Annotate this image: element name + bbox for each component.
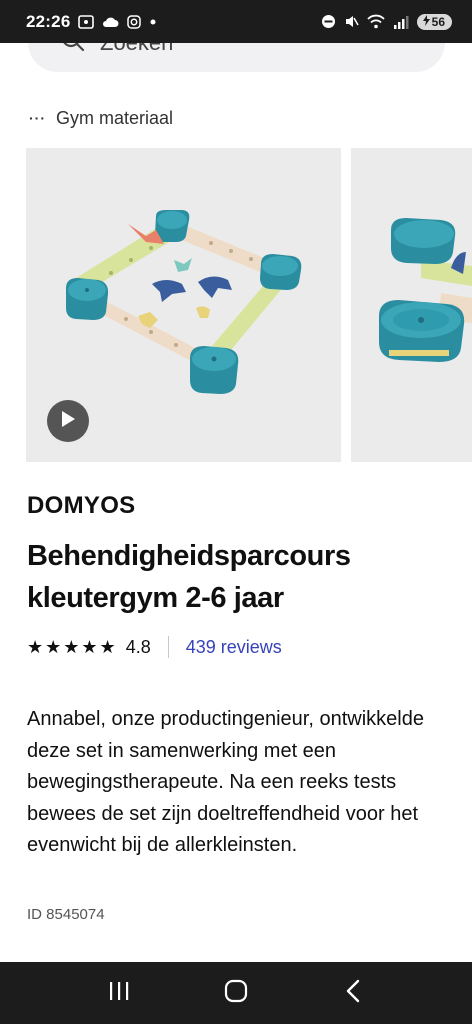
do-not-disturb-icon	[321, 14, 336, 29]
product-title: Behendigheidsparcours kleutergym 2-6 jaa…	[27, 540, 351, 614]
android-navigation-bar	[0, 962, 472, 1024]
product-id: ID 8545074	[27, 906, 105, 923]
battery-level: 56	[431, 14, 445, 29]
rating-row: ★★★★★ 4.8 439 reviews	[27, 634, 282, 660]
status-right: 56	[321, 13, 452, 30]
search-area: Zoeken	[0, 43, 472, 98]
play-icon	[60, 410, 76, 433]
breadcrumb-more[interactable]: ···	[29, 110, 46, 126]
reviews-link[interactable]: 439 reviews	[186, 637, 282, 658]
block-top	[155, 210, 190, 242]
breadcrumb[interactable]: ··· Gym materiaal	[29, 106, 173, 130]
product-image-1[interactable]	[26, 148, 341, 462]
recent-apps-button[interactable]	[99, 973, 139, 1013]
charging-icon	[422, 14, 430, 29]
cloud-icon	[102, 16, 119, 28]
signal-icon	[393, 15, 409, 29]
instagram-icon	[127, 14, 142, 29]
back-button[interactable]	[333, 973, 373, 1013]
play-video-button[interactable]	[47, 400, 89, 442]
rating-divider	[167, 636, 169, 658]
back-icon	[345, 979, 361, 1008]
breadcrumb-category[interactable]: Gym materiaal	[56, 108, 173, 129]
search-icon	[60, 43, 86, 59]
block-closeup-illustration	[379, 218, 472, 362]
screen-cast-icon	[78, 14, 95, 29]
search-placeholder: Zoeken	[100, 43, 173, 56]
status-left: 22:26	[26, 12, 157, 32]
rating-stars-icon: ★★★★★	[27, 636, 118, 657]
status-bar: 22:26 56	[0, 0, 472, 43]
product-brand[interactable]: DOMYOS	[27, 492, 135, 520]
rating-value: 4.8	[125, 636, 151, 657]
recent-apps-icon	[108, 981, 130, 1006]
product-image-2[interactable]	[351, 148, 472, 462]
wifi-icon	[366, 14, 385, 29]
notification-dot-icon	[149, 18, 157, 26]
search-input[interactable]: Zoeken	[28, 43, 445, 72]
battery-indicator: 56	[416, 13, 452, 30]
home-button[interactable]	[216, 973, 256, 1013]
mute-icon	[344, 14, 359, 29]
home-icon	[224, 979, 248, 1008]
product-description: Annabel, onze productingenieur, ontwikke…	[27, 708, 424, 856]
status-time: 22:26	[26, 11, 71, 31]
product-image-gallery[interactable]	[0, 148, 472, 462]
